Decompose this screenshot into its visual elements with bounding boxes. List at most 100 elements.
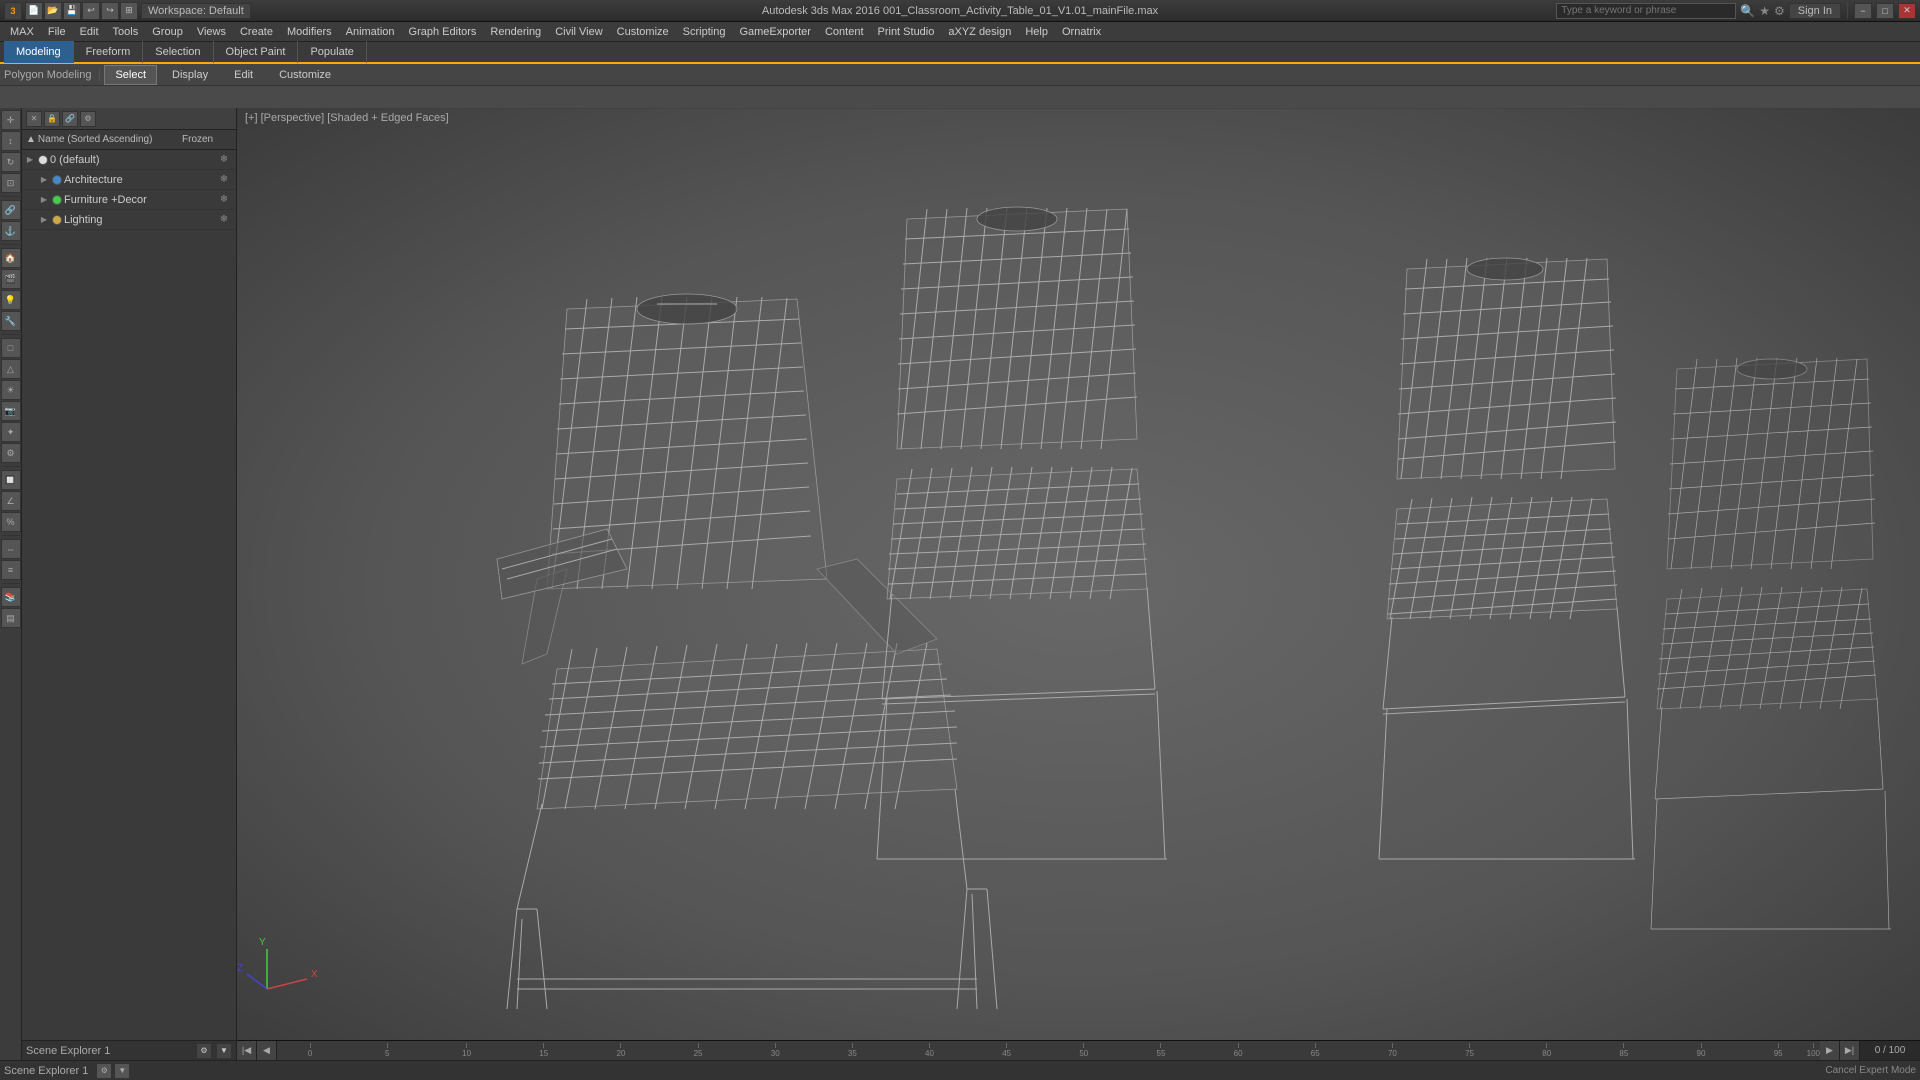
align-btn[interactable]: ≡ <box>1 560 21 580</box>
menu-tools[interactable]: Tools <box>107 22 145 42</box>
create-helpers-btn[interactable]: ✦ <box>1 422 21 442</box>
select-tool-btn[interactable]: ✛ <box>1 110 21 130</box>
workspace-icon[interactable]: ⊞ <box>120 2 138 20</box>
move-tool-btn[interactable]: ↕ <box>1 131 21 151</box>
minimize-button[interactable]: − <box>1854 3 1872 19</box>
ribbon: Modeling Freeform Selection Object Paint… <box>0 42 1920 64</box>
status-filter-icon[interactable]: ▼ <box>114 1063 130 1079</box>
settings-icon[interactable]: ⚙ <box>1774 4 1785 18</box>
timeline-start-btn[interactable]: |◀ <box>237 1041 257 1061</box>
link-btn[interactable]: 🔗 <box>1 200 21 220</box>
close-panel-icon[interactable]: ✕ <box>26 111 42 127</box>
viewport-canvas[interactable]: .wf { stroke: #aaa; stroke-width: 1; fil… <box>237 108 1920 1060</box>
menu-edit[interactable]: Edit <box>74 22 105 42</box>
sub-tab-select[interactable]: Select <box>104 65 157 85</box>
expand-icon[interactable]: ▶ <box>38 194 50 206</box>
scale-tool-btn[interactable]: ⊡ <box>1 173 21 193</box>
menu-game-exporter[interactable]: GameExporter <box>733 22 817 42</box>
menu-axyz-design[interactable]: aXYZ design <box>942 22 1017 42</box>
menu-rendering[interactable]: Rendering <box>484 22 547 42</box>
sub-tab-customize[interactable]: Customize <box>268 65 342 85</box>
workspace-label[interactable]: Workspace: Default <box>141 3 251 19</box>
display-btn[interactable]: 💡 <box>1 290 21 310</box>
scene-item-furniture[interactable]: ▶ Furniture +Decor ❄ <box>22 190 236 210</box>
tab-selection[interactable]: Selection <box>143 41 213 63</box>
menu-views[interactable]: Views <box>191 22 232 42</box>
redo-icon[interactable]: ↪ <box>101 2 119 20</box>
mirror-btn[interactable]: ⇔ <box>1 539 21 559</box>
settings-panel-icon[interactable]: ⚙ <box>80 111 96 127</box>
search-icon[interactable]: 🔍 <box>1740 4 1755 18</box>
search-input[interactable] <box>1556 3 1736 19</box>
viewport[interactable]: [+] [Perspective] [Shaded + Edged Faces]… <box>237 108 1920 1060</box>
bind-btn[interactable]: ⚓ <box>1 221 21 241</box>
menu-group[interactable]: Group <box>146 22 189 42</box>
maximize-button[interactable]: □ <box>1876 3 1894 19</box>
tab-populate[interactable]: Populate <box>298 41 366 63</box>
create-shapes-btn[interactable]: △ <box>1 359 21 379</box>
scene-columns: ▲ Name (Sorted Ascending) Frozen <box>22 130 236 150</box>
scene-filter-icon[interactable]: ▼ <box>216 1043 232 1059</box>
scene-item-0-default[interactable]: ▶ 0 (default) ❄ <box>22 150 236 170</box>
status-settings-icon[interactable]: ⚙ <box>96 1063 112 1079</box>
create-systems-btn[interactable]: ⚙ <box>1 443 21 463</box>
scene-item-lighting[interactable]: ▶ Lighting ❄ <box>22 210 236 230</box>
menu-customize[interactable]: Customize <box>611 22 675 42</box>
menu-print-studio[interactable]: Print Studio <box>872 22 941 42</box>
timeline-end-btn[interactable]: ▶| <box>1840 1041 1860 1061</box>
menu-modifiers[interactable]: Modifiers <box>281 22 338 42</box>
angle-snap-btn[interactable]: ∠ <box>1 491 21 511</box>
create-lights-btn[interactable]: ☀ <box>1 380 21 400</box>
expand-icon[interactable]: ▶ <box>38 214 50 226</box>
menu-max[interactable]: MAX <box>4 22 40 42</box>
scene-settings-icon[interactable]: ⚙ <box>196 1043 212 1059</box>
menu-content[interactable]: Content <box>819 22 870 42</box>
svg-text:Z: Z <box>237 963 243 974</box>
tab-object-paint[interactable]: Object Paint <box>214 41 299 63</box>
sub-tab-edit[interactable]: Edit <box>223 65 264 85</box>
timeline-next-btn[interactable]: ▶ <box>1820 1041 1840 1061</box>
scene-panel-footer: Scene Explorer 1 ⚙ ▼ <box>22 1040 237 1060</box>
snap-toggle-btn[interactable]: 🔲 <box>1 470 21 490</box>
sign-in-button[interactable]: Sign In <box>1789 3 1841 19</box>
expand-icon[interactable]: ▶ <box>38 174 50 186</box>
percent-snap-btn[interactable]: % <box>1 512 21 532</box>
col-name[interactable]: ▲ Name (Sorted Ascending) <box>26 134 182 145</box>
scene-item-architecture[interactable]: ▶ Architecture ❄ <box>22 170 236 190</box>
menu-help[interactable]: Help <box>1019 22 1054 42</box>
tab-modeling[interactable]: Modeling <box>4 41 74 63</box>
title-bar: 3 📄 📂 💾 ↩ ↪ ⊞ Workspace: Default Autodes… <box>0 0 1920 22</box>
rotate-tool-btn[interactable]: ↻ <box>1 152 21 172</box>
new-icon[interactable]: 📄 <box>25 2 43 20</box>
hierarchy-btn[interactable]: 🏠 <box>1 248 21 268</box>
star-icon[interactable]: ★ <box>1759 4 1770 18</box>
menu-civil-view[interactable]: Civil View <box>549 22 608 42</box>
menu-graph-editors[interactable]: Graph Editors <box>403 22 483 42</box>
save-icon[interactable]: 💾 <box>63 2 81 20</box>
window-title: Autodesk 3ds Max 2016 001_Classroom_Acti… <box>762 5 1158 17</box>
timeline-track[interactable]: 0 5 10 15 20 25 <box>277 1041 1820 1061</box>
motion-btn[interactable]: 🎬 <box>1 269 21 289</box>
sub-tab-display[interactable]: Display <box>161 65 219 85</box>
utilities-btn[interactable]: 🔧 <box>1 311 21 331</box>
menu-scripting[interactable]: Scripting <box>677 22 732 42</box>
cancel-expert-mode-label[interactable]: Cancel Expert Mode <box>1825 1065 1916 1076</box>
menu-create[interactable]: Create <box>234 22 279 42</box>
menu-animation[interactable]: Animation <box>340 22 401 42</box>
frozen-icon: ❄ <box>214 174 234 185</box>
open-icon[interactable]: 📂 <box>44 2 62 20</box>
app-logo[interactable]: 3 <box>4 2 22 20</box>
layer-mgr-btn[interactable]: 📚 <box>1 587 21 607</box>
menu-file[interactable]: File <box>42 22 72 42</box>
link-panel-icon[interactable]: 🔗 <box>62 111 78 127</box>
create-geo-btn[interactable]: □ <box>1 338 21 358</box>
expand-icon[interactable]: ▶ <box>24 154 36 166</box>
undo-icon[interactable]: ↩ <box>82 2 100 20</box>
tab-freeform[interactable]: Freeform <box>74 41 144 63</box>
ribbon-btn[interactable]: ▤ <box>1 608 21 628</box>
menu-ornatrix[interactable]: Ornatrix <box>1056 22 1107 42</box>
lock-panel-icon[interactable]: 🔒 <box>44 111 60 127</box>
close-button[interactable]: ✕ <box>1898 3 1916 19</box>
timeline-prev-btn[interactable]: ◀ <box>257 1041 277 1061</box>
create-cameras-btn[interactable]: 📷 <box>1 401 21 421</box>
